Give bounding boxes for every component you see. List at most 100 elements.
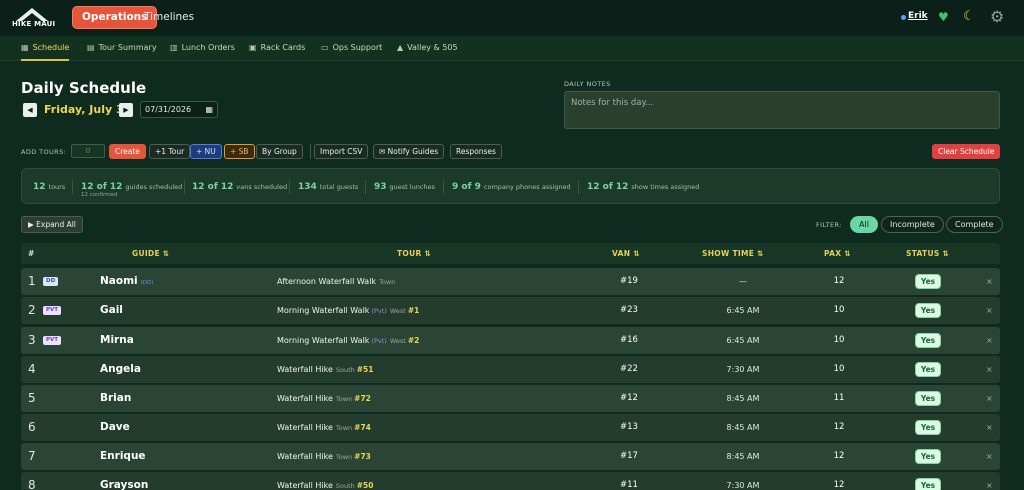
- pax-count[interactable]: 10: [829, 356, 849, 383]
- van-number[interactable]: #22: [619, 356, 639, 383]
- guide-name[interactable]: Enrique: [100, 443, 146, 470]
- guide-name[interactable]: Mirna: [100, 327, 134, 354]
- next-day-button[interactable]: ▶: [119, 103, 133, 117]
- guide-name[interactable]: Brian: [100, 385, 131, 412]
- header-tour[interactable]: TOUR ⇅: [397, 243, 431, 264]
- header-van[interactable]: VAN ⇅: [612, 243, 640, 264]
- table-row[interactable]: 5 Brian Waterfall Hike Town #72 #12 8:45 AM 11 Y…: [21, 385, 1000, 412]
- add-sb-button[interactable]: + SB: [224, 144, 255, 159]
- remove-row-icon[interactable]: ×: [986, 385, 993, 412]
- show-time[interactable]: 6:45 AM: [711, 297, 775, 324]
- pax-count[interactable]: 10: [829, 327, 849, 354]
- daily-notes-textarea[interactable]: Notes for this day...: [564, 91, 1000, 129]
- header-show-time[interactable]: SHOW TIME ⇅: [702, 243, 764, 264]
- user-name-link[interactable]: Erik: [908, 11, 928, 21]
- remove-row-icon[interactable]: ×: [986, 472, 993, 490]
- remove-row-icon[interactable]: ×: [986, 327, 993, 354]
- tour-name[interactable]: Waterfall Hike South #50: [277, 472, 374, 490]
- van-number[interactable]: #17: [619, 443, 639, 470]
- gear-icon[interactable]: ⚙: [990, 7, 1004, 26]
- table-row[interactable]: 4 Angela Waterfall Hike South #51 #22 7:30 AM 1…: [21, 356, 1000, 383]
- tab-tour-summary[interactable]: ▤ Tour Summary: [87, 36, 157, 61]
- add-tours-count-input[interactable]: 0: [71, 144, 105, 158]
- guide-name[interactable]: Naomi (DD): [100, 268, 153, 297]
- guide-name[interactable]: Gail: [100, 297, 123, 324]
- responses-button[interactable]: Responses: [450, 144, 502, 159]
- status-badge[interactable]: Yes: [915, 449, 941, 464]
- pax-count[interactable]: 12: [829, 414, 849, 441]
- tab-ops-support[interactable]: ▭ Ops Support: [321, 36, 382, 61]
- status-badge[interactable]: Yes: [915, 274, 941, 289]
- show-time[interactable]: 7:30 AM: [711, 472, 775, 490]
- pax-count[interactable]: 11: [829, 385, 849, 412]
- status-badge[interactable]: Yes: [915, 420, 941, 435]
- tour-name[interactable]: Morning Waterfall Walk (Pvt) West #1: [277, 297, 419, 325]
- van-number[interactable]: #19: [619, 268, 639, 295]
- show-time[interactable]: —: [711, 268, 775, 295]
- tab-lunch-orders[interactable]: ▥ Lunch Orders: [170, 36, 235, 61]
- remove-row-icon[interactable]: ×: [986, 268, 993, 295]
- tab-valley-505[interactable]: ▲ Valley & 505: [397, 36, 458, 61]
- heart-icon[interactable]: ♥: [938, 10, 949, 24]
- show-time[interactable]: 8:45 AM: [711, 414, 775, 441]
- header-pax[interactable]: PAX ⇅: [824, 243, 851, 264]
- van-number[interactable]: #13: [619, 414, 639, 441]
- add-one-tour-button[interactable]: +1 Tour: [149, 144, 191, 159]
- van-number[interactable]: #16: [619, 327, 639, 354]
- create-button[interactable]: Create: [109, 144, 146, 159]
- pax-count[interactable]: 10: [829, 297, 849, 324]
- filter-incomplete-pill[interactable]: Incomplete: [881, 216, 944, 233]
- table-row[interactable]: 8 Grayson Waterfall Hike South #50 #11 7:30 AM…: [21, 472, 1000, 490]
- table-row[interactable]: 3 PVT Mirna Morning Waterfall Walk (Pvt) West…: [21, 327, 1000, 354]
- tour-name[interactable]: Waterfall Hike Town #74: [277, 414, 371, 442]
- header-status[interactable]: STATUS ⇅: [906, 243, 949, 264]
- pax-count[interactable]: 12: [829, 443, 849, 470]
- nav-timelines-link[interactable]: Timelines: [144, 7, 194, 28]
- remove-row-icon[interactable]: ×: [986, 443, 993, 470]
- table-row[interactable]: 2 PVT Gail Morning Waterfall Walk (Pvt) West #…: [21, 297, 1000, 324]
- tour-name[interactable]: Waterfall Hike South #51: [277, 356, 374, 384]
- clear-schedule-button[interactable]: Clear Schedule: [932, 144, 1001, 159]
- tour-name[interactable]: Waterfall Hike Town #72: [277, 385, 371, 413]
- status-badge[interactable]: Yes: [915, 362, 941, 377]
- filter-all-pill[interactable]: All: [850, 216, 878, 233]
- show-time[interactable]: 8:45 AM: [711, 443, 775, 470]
- table-row[interactable]: 7 Enrique Waterfall Hike Town #73 #17 8:45 AM 1…: [21, 443, 1000, 470]
- moon-icon[interactable]: ☾: [963, 9, 975, 24]
- hike-maui-logo[interactable]: HIKE MAUI: [12, 6, 56, 30]
- expand-all-button[interactable]: ▶ Expand All: [21, 216, 83, 233]
- van-number[interactable]: #23: [619, 297, 639, 324]
- status-badge[interactable]: Yes: [915, 478, 941, 490]
- tour-name[interactable]: Morning Waterfall Walk (Pvt) West #2: [277, 327, 419, 355]
- header-guide[interactable]: GUIDE ⇅: [132, 243, 169, 264]
- show-time[interactable]: 6:45 AM: [711, 327, 775, 354]
- van-number[interactable]: #12: [619, 385, 639, 412]
- van-number[interactable]: #11: [619, 472, 639, 490]
- by-group-button[interactable]: By Group: [256, 144, 303, 159]
- add-nu-button[interactable]: + NU: [190, 144, 222, 159]
- show-time[interactable]: 7:30 AM: [711, 356, 775, 383]
- table-row[interactable]: 1 DD Naomi (DD) Afternoon Waterfall Walk Town…: [21, 268, 1000, 295]
- tour-name[interactable]: Waterfall Hike Town #73: [277, 443, 371, 471]
- status-badge[interactable]: Yes: [915, 333, 941, 348]
- show-time[interactable]: 8:45 AM: [711, 385, 775, 412]
- tab-schedule[interactable]: ▦ Schedule: [21, 36, 70, 61]
- guide-name[interactable]: Angela: [100, 356, 141, 383]
- import-csv-button[interactable]: Import CSV: [314, 144, 369, 159]
- remove-row-icon[interactable]: ×: [986, 356, 993, 383]
- date-picker-input[interactable]: 07/31/2026 ▦: [140, 101, 218, 118]
- table-row[interactable]: 6 Dave Waterfall Hike Town #74 #13 8:45 AM 12 Ye…: [21, 414, 1000, 441]
- guide-name[interactable]: Dave: [100, 414, 130, 441]
- tour-name[interactable]: Afternoon Waterfall Walk Town: [277, 268, 395, 296]
- filter-complete-pill[interactable]: Complete: [946, 216, 1003, 233]
- calendar-icon[interactable]: ▦: [205, 102, 213, 117]
- status-badge[interactable]: Yes: [915, 391, 941, 406]
- status-badge[interactable]: Yes: [915, 303, 941, 318]
- guide-name[interactable]: Grayson: [100, 472, 148, 490]
- pax-count[interactable]: 12: [829, 472, 849, 490]
- pax-count[interactable]: 12: [829, 268, 849, 295]
- remove-row-icon[interactable]: ×: [986, 414, 993, 441]
- prev-day-button[interactable]: ◀: [23, 103, 37, 117]
- tab-rack-cards[interactable]: ▣ Rack Cards: [249, 36, 305, 61]
- notify-guides-button[interactable]: ✉ Notify Guides: [373, 144, 445, 159]
